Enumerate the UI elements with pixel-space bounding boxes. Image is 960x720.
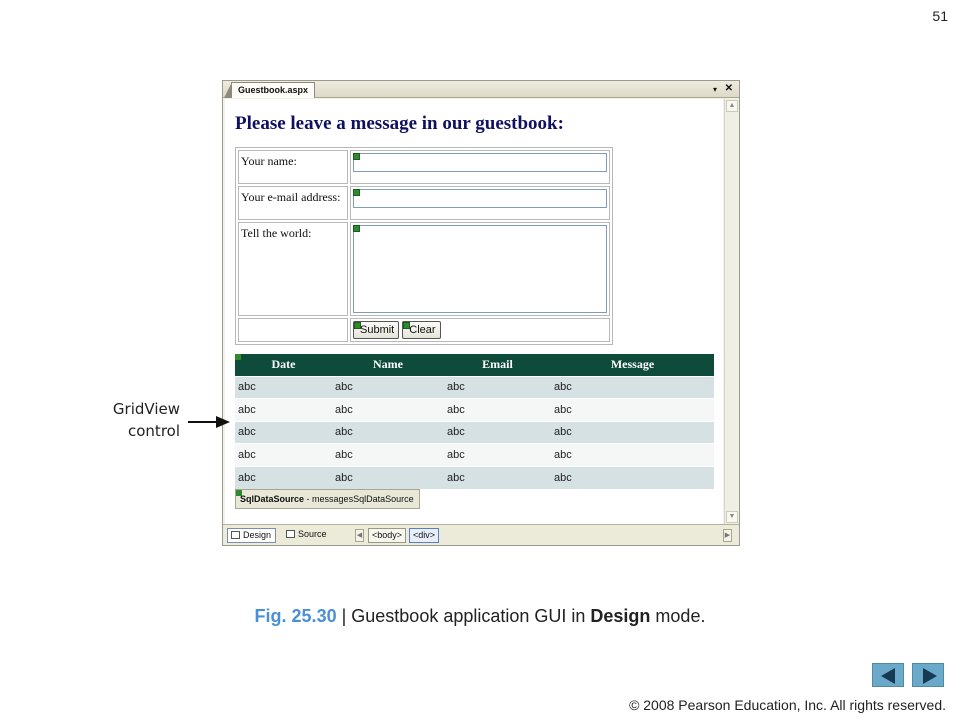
grid-cell: abc xyxy=(444,420,551,444)
server-control-glyph-icon xyxy=(353,153,360,160)
tag-div[interactable]: <div> xyxy=(409,528,440,543)
tag-nav-right-icon[interactable]: ▶ xyxy=(723,529,732,542)
server-control-glyph-icon xyxy=(403,322,411,329)
scroll-up-icon[interactable]: ▲ xyxy=(726,100,738,112)
sqldatasource-type: SqlDataSource xyxy=(240,494,305,504)
copyright-text: © 2008 Pearson Education, Inc. All right… xyxy=(629,697,946,713)
grid-cell: abc xyxy=(551,398,714,422)
slide-number: 51 xyxy=(932,8,948,24)
grid-cell: abc xyxy=(235,465,332,489)
tag-body[interactable]: <body> xyxy=(368,528,407,543)
vertical-scrollbar[interactable]: ▲ ▼ xyxy=(724,99,739,524)
document-tabbar: Guestbook.aspx ▾ ✕ xyxy=(223,81,739,98)
design-surface: Please leave a message in our guestbook:… xyxy=(225,99,723,524)
table-row: abc abc abc abc xyxy=(235,420,714,444)
table-row: abc abc abc abc xyxy=(235,465,714,489)
empty-cell xyxy=(238,318,348,342)
server-control-glyph-icon xyxy=(236,490,242,496)
grid-cell: abc xyxy=(444,443,551,467)
grid-cell: abc xyxy=(551,465,714,489)
grid-header-message: Message xyxy=(551,354,714,376)
grid-header-email: Email xyxy=(444,354,551,376)
tab-source-label: Source xyxy=(298,529,327,539)
name-label: Your name: xyxy=(238,150,348,184)
gridview-annotation: GridView control xyxy=(100,398,180,442)
sqldatasource-name: - messagesSqlDataSource xyxy=(306,494,414,504)
left-arrow-icon xyxy=(881,668,895,684)
submit-button-label: Submit xyxy=(360,324,395,336)
grid-cell: abc xyxy=(551,443,714,467)
caption-bold: Design xyxy=(590,606,651,626)
grid-cell: abc xyxy=(551,420,714,444)
grid-cell: abc xyxy=(444,375,551,399)
grid-cell: abc xyxy=(235,375,332,399)
grid-header-date: Date xyxy=(235,354,332,376)
tab-design-label: Design xyxy=(243,530,272,540)
caption-tail: mode. xyxy=(650,606,706,626)
previous-slide-button[interactable] xyxy=(872,663,904,687)
figure-caption: Fig. 25.30 | Guestbook application GUI i… xyxy=(0,606,960,627)
design-view-icon xyxy=(231,531,240,539)
sqldatasource-control[interactable]: SqlDataSource - messagesSqlDataSource xyxy=(235,489,420,509)
grid-cell: abc xyxy=(444,398,551,422)
next-slide-button[interactable] xyxy=(912,663,944,687)
annotation-line2: control xyxy=(128,422,180,440)
annotation-arrow-line xyxy=(188,421,218,423)
tab-source[interactable]: Source xyxy=(283,528,331,543)
grid-cell: abc xyxy=(444,465,551,489)
grid-cell: abc xyxy=(332,398,444,422)
grid-cell: abc xyxy=(235,443,332,467)
tab-design[interactable]: Design xyxy=(227,528,277,543)
table-row: abc abc abc abc xyxy=(235,375,714,399)
grid-cell: abc xyxy=(332,420,444,444)
table-row: abc abc abc abc xyxy=(235,443,714,467)
server-control-glyph-icon xyxy=(353,225,360,232)
table-row: abc abc abc abc xyxy=(235,398,714,422)
email-textbox[interactable] xyxy=(353,189,607,208)
grid-cell: abc xyxy=(332,375,444,399)
tag-nav-left-icon[interactable]: ◀ xyxy=(355,529,364,542)
grid-cell: abc xyxy=(551,375,714,399)
grid-cell: abc xyxy=(235,420,332,444)
guestbook-form-table: Your name: Your e-mail address: Tell the… xyxy=(235,147,613,345)
caption-text: | Guestbook application GUI in xyxy=(336,606,591,626)
annotation-arrow-icon xyxy=(216,416,230,428)
annotation-line1: GridView xyxy=(112,400,180,418)
server-control-glyph-icon xyxy=(235,354,241,360)
source-view-icon xyxy=(286,530,295,538)
ide-window: Guestbook.aspx ▾ ✕ Please leave a messag… xyxy=(222,80,740,546)
scroll-down-icon[interactable]: ▼ xyxy=(726,511,738,523)
message-label: Tell the world: xyxy=(238,222,348,316)
document-tab[interactable]: Guestbook.aspx xyxy=(223,82,316,98)
window-dropdown-icon[interactable]: ▾ xyxy=(713,83,717,97)
clear-button[interactable]: Clear xyxy=(402,321,441,339)
email-label: Your e-mail address: xyxy=(238,186,348,220)
message-textbox[interactable] xyxy=(353,225,607,313)
clear-button-label: Clear xyxy=(409,324,436,336)
grid-cell: abc xyxy=(332,465,444,489)
messages-gridview[interactable]: Date Name Email Message abc abc abc abc … xyxy=(235,354,714,489)
close-icon[interactable]: ✕ xyxy=(725,82,733,96)
server-control-glyph-icon xyxy=(354,322,361,329)
name-textbox[interactable] xyxy=(353,153,607,172)
figure-number: Fig. 25.30 xyxy=(254,606,337,626)
grid-cell: abc xyxy=(235,398,332,422)
grid-header-name: Name xyxy=(332,354,444,376)
server-control-glyph-icon xyxy=(353,189,360,196)
page-heading: Please leave a message in our guestbook: xyxy=(235,113,564,134)
right-arrow-icon xyxy=(923,668,937,684)
view-bottom-bar: Design Source ◀ <body> <div> ▶ xyxy=(223,524,739,545)
grid-cell: abc xyxy=(332,443,444,467)
submit-button[interactable]: Submit xyxy=(353,321,400,339)
